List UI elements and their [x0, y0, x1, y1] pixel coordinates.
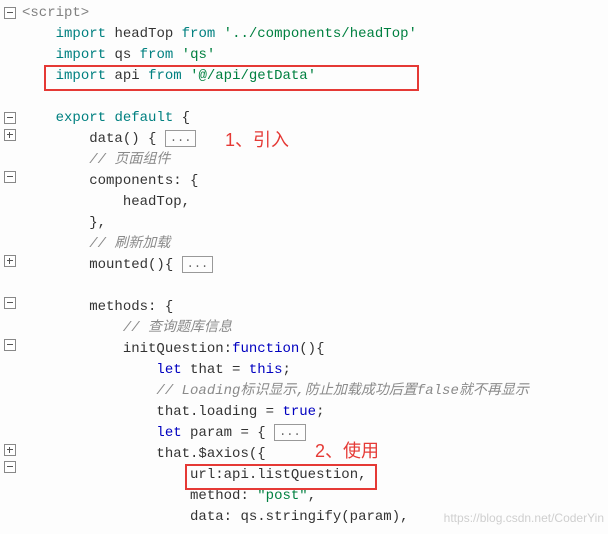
- expand-icon[interactable]: [4, 444, 16, 456]
- fold-icon[interactable]: [4, 7, 16, 19]
- identifier: methods: [89, 299, 148, 315]
- export-keyword: export: [56, 110, 106, 126]
- code-line: data() { ...: [22, 129, 608, 150]
- import-keyword: import: [56, 26, 106, 42]
- code-line: <script>: [22, 3, 608, 24]
- fold-icon[interactable]: [4, 112, 16, 124]
- code-line: let that = this;: [22, 360, 608, 381]
- brace: : {: [148, 299, 173, 315]
- method-call: .$axios({: [190, 446, 266, 462]
- semicolon: ;: [282, 362, 290, 378]
- code-editor: <script> import headTop from '../compone…: [0, 0, 608, 531]
- colon: :: [240, 488, 257, 504]
- let-keyword: let: [156, 425, 181, 441]
- identifier: qs: [114, 47, 131, 63]
- highlight-box-2: [185, 464, 377, 490]
- identifier: initQuestion: [123, 341, 224, 357]
- comment: // 查询题库信息: [123, 320, 232, 336]
- identifier: data: [89, 131, 123, 147]
- default-keyword: default: [114, 110, 173, 126]
- code-line: // Loading标识显示,防止加载成功后置false就不再显示: [22, 381, 608, 402]
- code-line: // 刷新加载: [22, 234, 608, 255]
- property: data: [190, 509, 224, 525]
- brace: {: [173, 110, 190, 126]
- string-literal: "post": [257, 488, 307, 504]
- brace: () {: [123, 131, 157, 147]
- code-line: components: {: [22, 171, 608, 192]
- comment: // Loading标识显示,防止加载成功后置false就不再显示: [156, 383, 528, 399]
- fold-gutter: [0, 0, 20, 534]
- boolean: true: [282, 404, 316, 420]
- colon: :: [224, 509, 241, 525]
- method-call: .stringify(param),: [257, 509, 408, 525]
- expand-icon[interactable]: [4, 129, 16, 141]
- highlight-box-1: [44, 65, 419, 91]
- string-literal: 'qs': [182, 47, 216, 63]
- colon: :: [224, 341, 232, 357]
- code-line: initQuestion:function(){: [22, 339, 608, 360]
- fold-icon[interactable]: [4, 339, 16, 351]
- comma: ,: [308, 488, 316, 504]
- import-keyword: import: [56, 47, 106, 63]
- collapsed-block[interactable]: ...: [165, 130, 197, 147]
- comment: // 页面组件: [89, 152, 170, 168]
- code-line: export default {: [22, 108, 608, 129]
- collapsed-block[interactable]: ...: [182, 256, 214, 273]
- collapsed-block[interactable]: ...: [274, 424, 306, 441]
- comment: // 刷新加载: [89, 236, 170, 252]
- identifier: headTop: [114, 26, 173, 42]
- identifier: components: [89, 173, 173, 189]
- fold-icon[interactable]: [4, 297, 16, 309]
- code-line: methods: {: [22, 297, 608, 318]
- semicolon: ;: [316, 404, 324, 420]
- string-literal: '../components/headTop': [224, 26, 417, 42]
- this-keyword: this: [249, 362, 283, 378]
- let-keyword: let: [156, 362, 181, 378]
- watermark: https://blog.csdn.net/CoderYin: [444, 508, 604, 529]
- identifier: headTop: [123, 194, 182, 210]
- fold-icon[interactable]: [4, 171, 16, 183]
- annotation-1: 1、引入: [225, 130, 289, 151]
- identifier: that =: [182, 362, 249, 378]
- code-line: import qs from 'qs': [22, 45, 608, 66]
- fold-icon[interactable]: [4, 461, 16, 473]
- function-keyword: function: [232, 341, 299, 357]
- code-line: headTop,: [22, 192, 608, 213]
- annotation-2: 2、使用: [315, 441, 379, 462]
- brace: },: [89, 215, 106, 231]
- from-keyword: from: [182, 26, 216, 42]
- identifier: that: [156, 404, 190, 420]
- brace: : {: [173, 173, 198, 189]
- code-line: mounted(){ ...: [22, 255, 608, 276]
- from-keyword: from: [140, 47, 174, 63]
- code-line: // 页面组件: [22, 150, 608, 171]
- property: method: [190, 488, 240, 504]
- brace: (){: [148, 257, 182, 273]
- identifier: that: [156, 446, 190, 462]
- code-line: },: [22, 213, 608, 234]
- identifier: param = {: [182, 425, 274, 441]
- comma: ,: [182, 194, 190, 210]
- script-tag: <script>: [22, 5, 89, 21]
- identifier: mounted: [89, 257, 148, 273]
- code-line: that.loading = true;: [22, 402, 608, 423]
- brace: (){: [299, 341, 324, 357]
- property: .loading =: [190, 404, 282, 420]
- code-line: import headTop from '../components/headT…: [22, 24, 608, 45]
- code-line: [22, 276, 608, 297]
- identifier: qs: [240, 509, 257, 525]
- code-line: // 查询题库信息: [22, 318, 608, 339]
- expand-icon[interactable]: [4, 255, 16, 267]
